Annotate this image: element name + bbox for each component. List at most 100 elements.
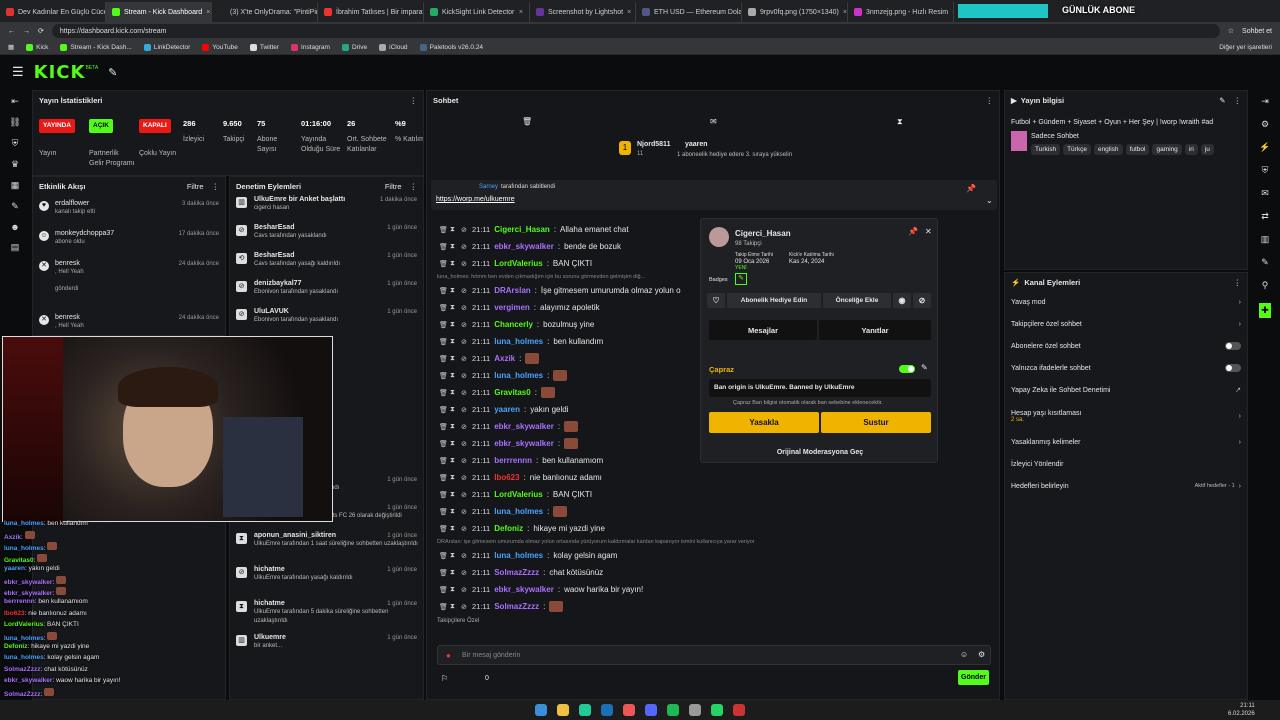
shield-rail-icon[interactable]: ⛨ [1262, 165, 1269, 176]
timeout-button[interactable]: Sustur [821, 412, 931, 433]
timeout-icon[interactable]: ⧗ [450, 569, 457, 577]
timeout-icon[interactable]: ⧗ [450, 508, 457, 516]
ban-icon[interactable]: ⊘ [461, 389, 468, 397]
channel-action-row[interactable]: Yasaklanmış kelimeler › [1005, 431, 1247, 453]
kick-logo[interactable]: KICK [34, 62, 86, 83]
ban-icon[interactable]: ⊘ [461, 491, 468, 499]
activity-item[interactable]: ✕benresk, Hell Yeahgönderdi24 dakika önc… [33, 313, 225, 335]
ban-icon[interactable]: ⊘ [461, 338, 468, 346]
ban-icon[interactable]: ⊘ [461, 603, 468, 611]
channel-action-control[interactable]: ↗ [1235, 386, 1241, 394]
modlog-item[interactable]: ⊘ BesharEsad Cavs tarafından yasaklandı 1 g… [230, 223, 423, 251]
modlog-item[interactable]: ⊘ UluLAVUK Ebonivon tarafından yasaklandı 1… [230, 307, 423, 335]
chat-message[interactable]: 🗑 ⧗ ⊘ 21:11 SolmazZzzz: chat kötüsünüz [427, 564, 999, 581]
delete-icon[interactable]: 🗑 [439, 491, 448, 499]
message-user[interactable]: Ibo623 [494, 473, 519, 482]
timeout-icon[interactable]: ⧗ [450, 389, 457, 397]
message-user[interactable]: ebkr_skywalker [494, 439, 554, 448]
browser-tab[interactable]: (3) X'te OnlyDrama: "PintiPir...× [212, 2, 318, 22]
gift-sub-button[interactable]: Abonelik Hediye Edin [727, 293, 821, 308]
collapse-icon[interactable]: ⇤ [11, 96, 19, 107]
timeout-icon[interactable]: ⧗ [450, 243, 457, 251]
bookmark-item[interactable]: Paletools v26.0.24 [419, 43, 483, 51]
mute-button[interactable]: ⊘ [913, 293, 931, 308]
message-user[interactable]: Gravitas0 [494, 388, 530, 397]
trophy-icon[interactable]: ♛ [11, 159, 19, 170]
ban-icon[interactable]: ⊘ [461, 304, 468, 312]
channel-action-row[interactable]: Takipçilere özel sohbet › [1005, 313, 1247, 335]
timeout-icon[interactable]: ⧗ [450, 287, 457, 295]
bookmark-item[interactable]: Stream - Kick Dash... [60, 43, 132, 51]
ban-icon[interactable]: ⊘ [461, 423, 468, 431]
modlog-item[interactable]: ⧗ hichatme UlkuEmre tarafından 5 dakika sü… [230, 599, 423, 633]
chat-input[interactable]: ● Bir mesaj gönderin ☺ ⚙ [437, 645, 991, 665]
chat-message[interactable]: 🗑 ⧗ ⊘ 21:11 LordValerius: BAN ÇIKTI [427, 486, 999, 503]
app2-icon[interactable] [733, 704, 745, 716]
hourglass-icon[interactable]: ⧗ [897, 117, 903, 127]
delete-icon[interactable]: 🗑 [439, 321, 448, 329]
bookmark-item[interactable]: LinkDetector [143, 43, 190, 51]
bookmark-item[interactable]: YouTube [202, 43, 238, 51]
eye-button[interactable]: ◉ [893, 293, 911, 308]
chevron-down-icon[interactable]: ⌄ [986, 196, 993, 205]
delete-icon[interactable]: 🗑 [439, 508, 448, 516]
stream-tag[interactable]: iri [1184, 144, 1198, 155]
delete-icon[interactable]: 🗑 [439, 226, 448, 234]
pin-icon[interactable]: 📌 [966, 184, 976, 193]
settings-icon[interactable]: ⚙ [1261, 119, 1269, 130]
ban-icon[interactable]: ⊘ [461, 372, 468, 380]
profile-button[interactable]: Sohbet et [1242, 28, 1272, 35]
channel-action-row[interactable]: Abonelere özel sohbet [1005, 335, 1247, 357]
bookmark-item[interactable]: Instagram [291, 43, 330, 51]
browser-tab[interactable]: Dev Kadınlar En Güçlü Cüceler× [0, 2, 106, 22]
channel-action-row[interactable]: İzleyici Yönlendir [1005, 453, 1247, 475]
activity-item[interactable]: ✕benresk, Hell Yeahgönderdi24 dakika önc… [33, 259, 225, 309]
stream-tag[interactable]: Turkish [1031, 144, 1061, 155]
timeout-icon[interactable]: ⧗ [450, 552, 457, 560]
ban-icon[interactable]: ⊘ [461, 260, 468, 268]
bolt-icon[interactable]: ⚡ [1259, 142, 1270, 153]
message-user[interactable]: LordValerius [494, 490, 542, 499]
activity-item[interactable]: ☺ monkeydchoppa37 abone oldu 17 dakika önce [33, 229, 225, 255]
priority-button[interactable]: Önceliğe Ekle [823, 293, 891, 308]
explorer-icon[interactable] [557, 704, 569, 716]
more-icon[interactable]: ⋮ [1234, 278, 1242, 287]
cross-toggle[interactable] [899, 365, 915, 373]
ban-icon[interactable]: ⊘ [461, 508, 468, 516]
stream-tag[interactable]: gaming [1152, 144, 1182, 155]
star-icon[interactable]: ☆ [1228, 27, 1234, 35]
tab-messages[interactable]: Mesajlar [709, 320, 817, 340]
cross-message[interactable]: Ban origin is UlkuEmre. Banned by UlkuEm… [709, 379, 931, 397]
delete-icon[interactable]: 🗑 [439, 260, 448, 268]
channel-action-row[interactable]: Yalnızca ifadelerle sohbet [1005, 357, 1247, 379]
message-user[interactable]: ebkr_skywalker [494, 242, 554, 251]
message-user[interactable]: luna_holmes [494, 507, 543, 516]
message-user[interactable]: yaaren [494, 405, 520, 414]
ban-icon[interactable]: ⊘ [461, 287, 468, 295]
close-tab-icon[interactable]: × [206, 9, 210, 16]
timeout-icon[interactable]: ⧗ [450, 260, 457, 268]
delete-icon[interactable]: 🗑 [439, 355, 448, 363]
message-user[interactable]: SolmazZzzz [494, 568, 539, 577]
link-icon[interactable]: ⛓ [9, 117, 20, 128]
stream-tag[interactable]: english [1093, 144, 1123, 155]
channel-action-control[interactable]: › [1239, 439, 1241, 446]
ban-icon[interactable]: ⊘ [461, 569, 468, 577]
wrench-icon[interactable]: ✎ [11, 201, 19, 212]
chrome-icon[interactable] [623, 704, 635, 716]
channel-action-row[interactable]: Yavaş mod › [1005, 291, 1247, 313]
channel-action-control[interactable] [1225, 342, 1241, 350]
bookmark-item[interactable]: Kick [26, 43, 48, 51]
delete-icon[interactable]: 🗑 [439, 474, 448, 482]
delete-icon[interactable]: 🗑 [439, 440, 448, 448]
close-tab-icon[interactable]: × [519, 9, 523, 16]
apps-icon[interactable]: ▦ [8, 43, 14, 51]
ban-icon[interactable]: ⊘ [461, 321, 468, 329]
card-username[interactable]: Cigerci_Hasan [735, 229, 791, 238]
timeout-icon[interactable]: ⧗ [450, 586, 457, 594]
modlog-item[interactable]: ▥ Ulkuemre bir anket... 1 gün önce [230, 633, 423, 667]
ban-icon[interactable]: ⊘ [461, 525, 468, 533]
more-icon[interactable]: ⋮ [410, 96, 418, 105]
more-icon[interactable]: ⋮ [986, 96, 994, 105]
modlog-item[interactable]: ⧗ aponun_anasini_siktiren UlkuEmre tarafın… [230, 531, 423, 565]
